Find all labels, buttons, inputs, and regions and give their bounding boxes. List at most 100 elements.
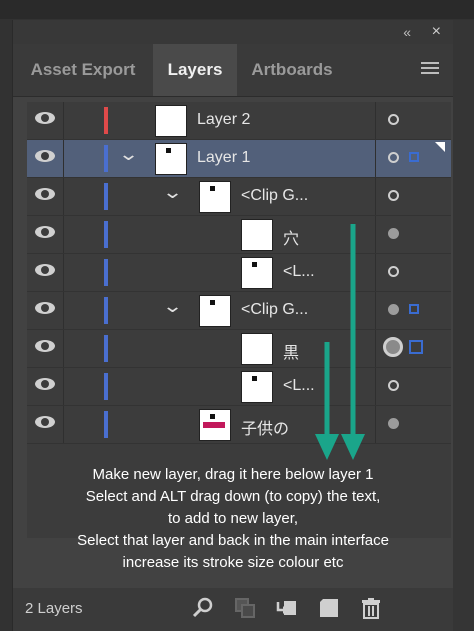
- panel-menu-icon[interactable]: [421, 62, 439, 77]
- column-divider: [375, 292, 376, 329]
- layer-row[interactable]: ⌄ <Clip G...: [27, 292, 451, 330]
- layer-row[interactable]: Layer 2: [27, 102, 451, 140]
- top-strip: [0, 0, 474, 19]
- layer-name[interactable]: <Clip G...: [241, 301, 308, 319]
- layer-name[interactable]: Layer 1: [197, 149, 250, 167]
- layer-color-bar: [104, 221, 108, 248]
- target-circle-icon[interactable]: [388, 114, 399, 125]
- arrow-short: [315, 342, 339, 460]
- layer-color-bar: [104, 107, 108, 134]
- annotation-line: Select and ALT drag down (to copy) the t…: [85, 488, 381, 505]
- layer-thumbnail: [241, 219, 273, 251]
- chevron-down-icon[interactable]: ⌄: [162, 296, 183, 317]
- layer-thumbnail: [241, 257, 273, 289]
- layer-thumbnail: [199, 181, 231, 213]
- search-icon[interactable]: [191, 596, 215, 620]
- column-divider: [375, 368, 376, 405]
- layer-color-bar: [104, 335, 108, 362]
- target-circle-icon[interactable]: [388, 380, 399, 391]
- layer-name[interactable]: 黒: [283, 339, 299, 363]
- tab-bar: Asset Export Layers Artboards: [13, 44, 453, 97]
- layer-row[interactable]: 子供の: [27, 406, 451, 444]
- visibility-eye-icon[interactable]: [35, 188, 55, 200]
- column-divider: [375, 140, 376, 177]
- target-circle-icon[interactable]: [388, 190, 399, 201]
- visibility-eye-icon[interactable]: [35, 226, 55, 238]
- visibility-eye-icon[interactable]: [35, 150, 55, 162]
- make-clipping-mask-icon[interactable]: [233, 596, 257, 620]
- tab-layers[interactable]: Layers: [153, 44, 237, 96]
- layer-row[interactable]: ⌄ Layer 1: [27, 140, 451, 178]
- layer-color-bar: [104, 183, 108, 210]
- selection-square-icon[interactable]: [409, 304, 419, 314]
- thumbnail-mark: [210, 186, 215, 191]
- layer-thumbnail: [155, 105, 187, 137]
- layer-name[interactable]: <Clip G...: [241, 187, 308, 205]
- layer-name[interactable]: 子供の: [241, 415, 289, 439]
- close-icon[interactable]: ×: [432, 23, 441, 41]
- layer-thumbnail: [241, 371, 273, 403]
- chevron-down-icon[interactable]: ⌄: [162, 182, 183, 203]
- layer-thumbnail: [241, 333, 273, 365]
- visibility-eye-icon[interactable]: [35, 416, 55, 428]
- annotation-line: increase its stroke size colour etc: [122, 554, 344, 571]
- column-divider: [375, 102, 376, 139]
- layer-row[interactable]: 穴: [27, 216, 451, 254]
- target-circle-icon[interactable]: [388, 152, 399, 163]
- create-sublayer-icon[interactable]: [275, 596, 299, 620]
- target-circle-icon[interactable]: [388, 228, 399, 239]
- annotation-arrows: [315, 224, 365, 460]
- column-divider: [375, 216, 376, 253]
- layer-row[interactable]: <L...: [27, 254, 451, 292]
- layer-row[interactable]: ⌄ <Clip G...: [27, 178, 451, 216]
- tab-asset-export[interactable]: Asset Export: [13, 44, 153, 96]
- column-divider: [63, 368, 64, 405]
- annotation-line: Select that layer and back in the main i…: [77, 532, 389, 549]
- column-divider: [63, 216, 64, 253]
- thumbnail-mark: [210, 300, 215, 305]
- selection-square-icon[interactable]: [409, 152, 419, 162]
- annotation-line: to add to new layer,: [167, 510, 299, 527]
- layer-name[interactable]: 穴: [283, 225, 299, 249]
- visibility-eye-icon[interactable]: [35, 340, 55, 352]
- panel-footer: 2 Layers: [13, 588, 453, 631]
- thumbnail-mark: [252, 376, 257, 381]
- target-circle-icon[interactable]: [388, 418, 399, 429]
- layer-color-bar: [104, 411, 108, 438]
- visibility-eye-icon[interactable]: [35, 112, 55, 124]
- visibility-eye-icon[interactable]: [35, 302, 55, 314]
- annotation-text: Make new layer, drag it here below layer…: [33, 464, 433, 574]
- column-divider: [375, 330, 376, 367]
- target-circle-icon[interactable]: [383, 337, 403, 357]
- new-layer-icon[interactable]: [317, 596, 341, 620]
- layers-panel: « × Asset Export Layers Artboards Layer …: [12, 20, 453, 631]
- layer-color-bar: [104, 373, 108, 400]
- collapse-icon[interactable]: «: [403, 24, 411, 40]
- layer-color-bar: [104, 145, 108, 172]
- annotation-line: Make new layer, drag it here below layer…: [92, 466, 374, 483]
- target-circle-icon[interactable]: [388, 304, 399, 315]
- layer-row[interactable]: 黒: [27, 330, 451, 368]
- column-divider: [63, 292, 64, 329]
- thumbnail-mark: [210, 414, 215, 419]
- layer-row[interactable]: <L...: [27, 368, 451, 406]
- window-edge: [453, 20, 474, 631]
- chevron-down-icon[interactable]: ⌄: [118, 144, 139, 165]
- column-divider: [375, 254, 376, 291]
- column-divider: [63, 330, 64, 367]
- column-divider: [63, 406, 64, 443]
- layer-thumbnail: [155, 143, 187, 175]
- selection-square-icon[interactable]: [409, 340, 423, 354]
- trash-icon[interactable]: [359, 596, 383, 620]
- selected-corner-indicator: [435, 142, 445, 152]
- tab-artboards[interactable]: Artboards: [237, 44, 347, 96]
- thumbnail-mark: [252, 262, 257, 267]
- layer-name[interactable]: Layer 2: [197, 111, 250, 129]
- layer-thumbnail: [199, 409, 231, 441]
- visibility-eye-icon[interactable]: [35, 378, 55, 390]
- column-divider: [63, 102, 64, 139]
- layer-color-bar: [104, 297, 108, 324]
- column-divider: [63, 254, 64, 291]
- visibility-eye-icon[interactable]: [35, 264, 55, 276]
- target-circle-icon[interactable]: [388, 266, 399, 277]
